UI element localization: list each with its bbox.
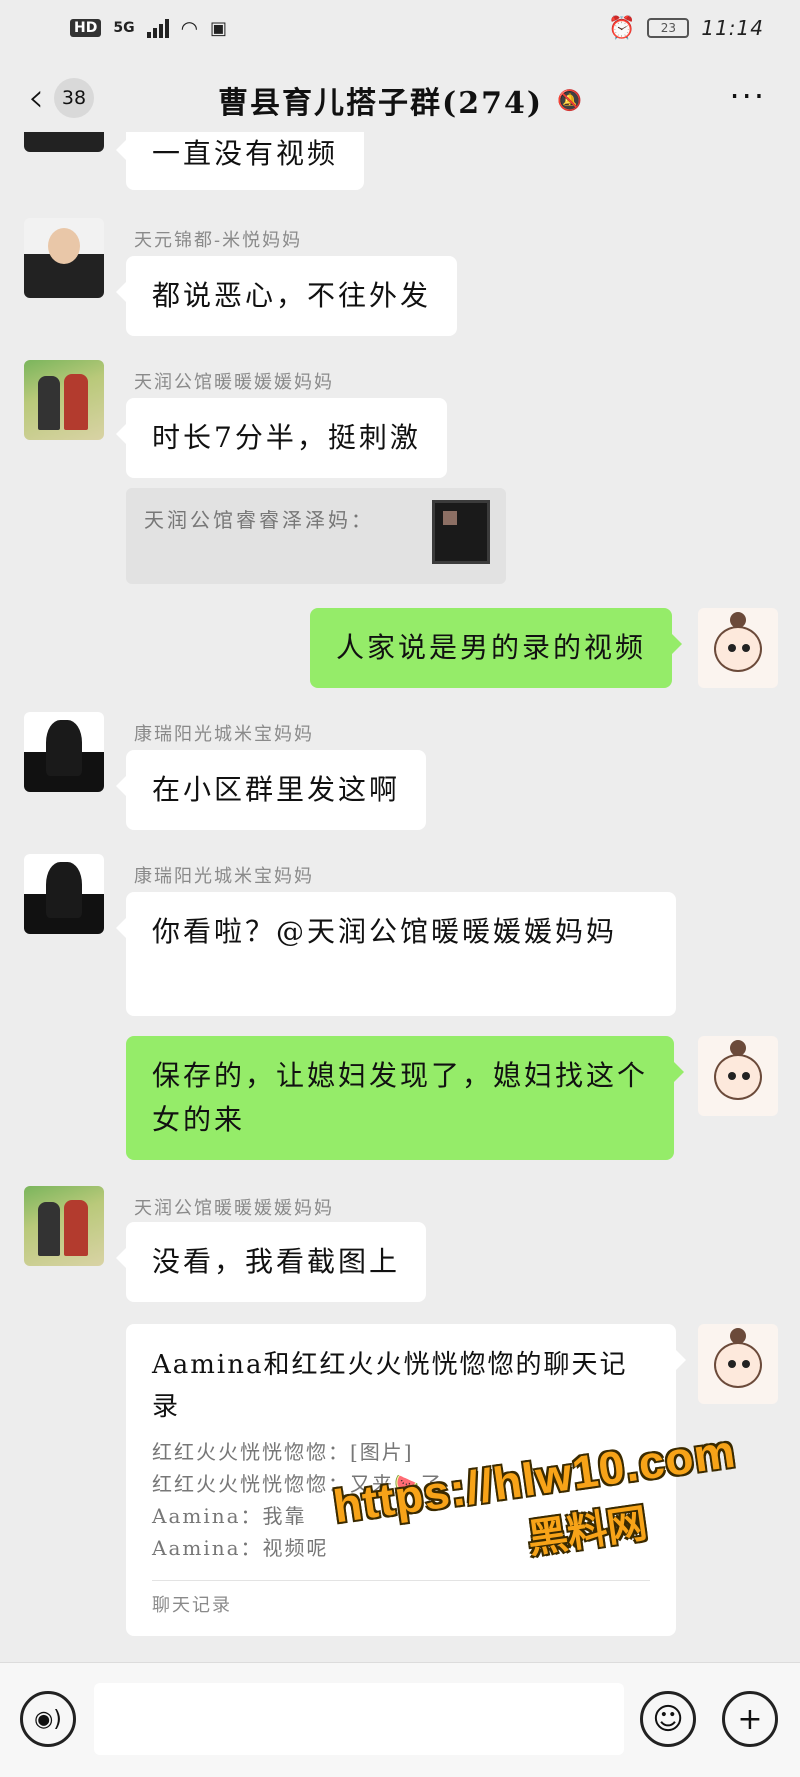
quote-text: 天润公馆睿睿泽泽妈： bbox=[144, 508, 374, 532]
message-bubble[interactable]: 一直没有视频 bbox=[115, 132, 365, 190]
plus-icon[interactable]: + bbox=[722, 1691, 778, 1747]
notification-icon: ▣ bbox=[210, 17, 228, 39]
message-input[interactable] bbox=[94, 1683, 624, 1755]
more-options-button[interactable]: ··· bbox=[729, 80, 766, 112]
avatar[interactable] bbox=[24, 132, 104, 152]
mute-bell-icon: 🔕 bbox=[557, 88, 582, 112]
unread-count-badge: 38 bbox=[54, 78, 94, 118]
message-bubble[interactable]: 都说恶心，不往外发 bbox=[115, 256, 458, 336]
message-bubble[interactable]: 你看啦？@天润公馆暖暖媛媛妈妈 bbox=[116, 892, 676, 1016]
hd-badge: HD bbox=[70, 19, 102, 37]
status-left: HD 5G ◠ ▣ bbox=[70, 16, 227, 40]
back-button[interactable]: ‹ 38 bbox=[28, 78, 94, 118]
avatar-eye bbox=[742, 1360, 750, 1368]
status-time: 11:14 bbox=[701, 16, 764, 40]
battery-icon: 23 bbox=[647, 18, 690, 38]
status-right: ⏰ 23 11:14 bbox=[608, 16, 764, 41]
chevron-left-icon: ‹ bbox=[28, 75, 44, 121]
message-bubble[interactable]: 人家说是男的录的视频 bbox=[309, 608, 683, 688]
avatar-face bbox=[714, 1342, 762, 1388]
sender-name: 康瑞阳光城米宝妈妈 bbox=[134, 866, 314, 887]
voice-icon[interactable]: ◉) bbox=[20, 1691, 76, 1747]
chat-record-title: Aamina和红红火火恍恍惚惚的聊天记录 bbox=[152, 1350, 628, 1422]
sender-name: 天润公馆暖暖媛媛妈妈 bbox=[134, 1198, 334, 1219]
avatar[interactable] bbox=[24, 360, 104, 440]
quoted-message[interactable]: 天润公馆睿睿泽泽妈： bbox=[126, 488, 506, 584]
wifi-icon: ◠ bbox=[180, 16, 199, 40]
avatar[interactable] bbox=[698, 1324, 778, 1404]
status-bar: HD 5G ◠ ▣ ⏰ 23 11:14 bbox=[0, 0, 800, 56]
chat-record-footer: 聊天记录 bbox=[152, 1595, 232, 1616]
avatar[interactable] bbox=[698, 608, 778, 688]
avatar[interactable] bbox=[24, 854, 104, 934]
message-bubble[interactable]: 没看，我看截图上 bbox=[115, 1222, 427, 1302]
message-bubble[interactable]: 在小区群里发这啊 bbox=[115, 750, 427, 830]
sender-name: 康瑞阳光城米宝妈妈 bbox=[134, 724, 314, 745]
emoji-icon[interactable]: ☺ bbox=[640, 1691, 696, 1747]
message-bubble[interactable]: 保存的，让媳妇发现了，媳妇找这个女的来 bbox=[126, 1036, 684, 1160]
group-title: 曹县育儿搭子群(274) bbox=[218, 86, 544, 121]
quote-thumbnail[interactable] bbox=[432, 500, 490, 564]
avatar-eye bbox=[728, 1072, 736, 1080]
avatar-eye bbox=[728, 1360, 736, 1368]
avatar[interactable] bbox=[24, 218, 104, 298]
input-bar: ◉) ☺ + bbox=[0, 1662, 800, 1777]
network-label: 5G bbox=[113, 20, 135, 36]
avatar[interactable] bbox=[698, 1036, 778, 1116]
avatar-eye bbox=[742, 644, 750, 652]
avatar-eye bbox=[742, 1072, 750, 1080]
chat-header: ‹ 38 曹县育儿搭子群(274) 🔕 ··· bbox=[0, 56, 800, 144]
avatar[interactable] bbox=[24, 712, 104, 792]
avatar-eye bbox=[728, 644, 736, 652]
avatar[interactable] bbox=[24, 1186, 104, 1266]
signal-icon bbox=[146, 18, 169, 38]
sender-name: 天润公馆暖暖媛媛妈妈 bbox=[134, 372, 334, 393]
avatar-face bbox=[714, 1054, 762, 1100]
sender-name: 天元锦都-米悦妈妈 bbox=[134, 230, 303, 251]
avatar-face bbox=[714, 626, 762, 672]
alarm-icon: ⏰ bbox=[607, 15, 636, 41]
message-bubble[interactable]: 时长7分半，挺刺激 bbox=[116, 398, 447, 478]
